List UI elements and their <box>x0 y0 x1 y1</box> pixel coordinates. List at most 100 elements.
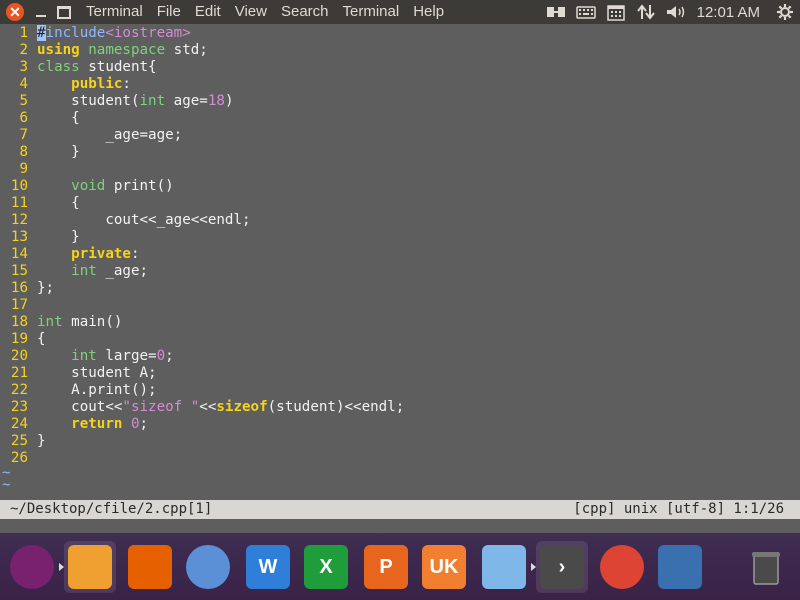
keyboard-icon[interactable] <box>571 0 601 24</box>
status-file-path: ~/Desktop/cfile/2.cpp[1] <box>10 501 213 517</box>
code-token: student( <box>37 93 140 109</box>
code-token: print() <box>105 178 174 194</box>
browser-globe-icon[interactable] <box>182 541 234 593</box>
code-line: 18 int main() <box>0 314 800 331</box>
code-token: public <box>71 76 123 92</box>
dock-item-label: › <box>558 555 566 578</box>
dock-item-label: UK <box>429 555 459 578</box>
code-line: 10 void print() <box>0 178 800 195</box>
line-number: 25 <box>10 433 28 449</box>
code-token: using <box>37 42 80 58</box>
code-line: 25} <box>0 433 800 450</box>
code-line: 19 { <box>0 331 800 348</box>
code-token: cout<<_age<<endl; <box>37 212 251 228</box>
menu-help[interactable]: Help <box>413 3 444 20</box>
code-line: 22 A.print(); <box>0 382 800 399</box>
status-file-info: [cpp] unix [utf-8] 1:1/26 <box>573 501 784 517</box>
code-token: 0 <box>130 416 140 432</box>
line-number: 11 <box>10 195 28 211</box>
minimize-window-button[interactable] <box>32 3 50 21</box>
software-center-icon[interactable]: UK <box>418 541 470 593</box>
code-line: 23 cout<<"sizeof "<<sizeof(student)<<end… <box>0 399 800 416</box>
chrome-icon[interactable] <box>596 541 648 593</box>
menu-file[interactable]: File <box>157 3 181 20</box>
clock[interactable]: 12:01 AM <box>691 4 770 21</box>
code-token: int <box>71 263 97 279</box>
code-token: 0 <box>156 348 166 364</box>
line-number: 17 <box>10 297 28 313</box>
launcher-dock: W X P UK › <box>0 533 800 600</box>
code-token: } <box>37 144 80 160</box>
network-arrows-icon[interactable] <box>631 0 661 24</box>
code-token: main() <box>62 314 123 330</box>
code-line: 14 private: <box>0 246 800 263</box>
code-line: 12 cout<<_age<<endl; <box>0 212 800 229</box>
code-token: cout<< <box>37 399 123 415</box>
wps-writer-icon[interactable]: W <box>242 541 294 593</box>
code-line: 16}; <box>0 280 800 297</box>
maximize-window-button[interactable] <box>55 3 73 21</box>
trash-icon[interactable] <box>740 541 792 593</box>
empty-line-marker: ~ <box>2 477 11 493</box>
menu-view[interactable]: View <box>235 3 267 20</box>
code-line: 5 student(int age=18) <box>0 93 800 110</box>
astronaut-app-icon[interactable] <box>478 541 530 593</box>
empty-line-marker: ~ <box>2 465 11 481</box>
dock-item-label: P <box>379 555 393 578</box>
code-token: <iostream> <box>105 25 191 41</box>
volume-icon[interactable] <box>661 0 691 24</box>
ubuntu-dash-icon[interactable] <box>6 541 58 593</box>
code-token: << <box>199 399 217 415</box>
line-number: 22 <box>10 382 28 398</box>
settings-gear-icon[interactable] <box>770 0 800 24</box>
menu-edit[interactable]: Edit <box>195 3 221 20</box>
code-token: } <box>37 433 46 449</box>
code-token: int <box>139 93 166 109</box>
wps-presentation-icon[interactable]: P <box>360 541 412 593</box>
code-line: 8 } <box>0 144 800 161</box>
code-line: 2 using namespace std; <box>0 42 800 59</box>
code-line: 4 public: <box>0 76 800 93</box>
code-token: student{ <box>79 59 157 75</box>
session-transfer-icon[interactable] <box>541 0 571 24</box>
close-window-button[interactable]: ✕ <box>6 3 24 21</box>
terminal-icon[interactable]: › <box>531 541 588 593</box>
code-token: int <box>71 348 97 364</box>
code-token: int <box>37 314 63 330</box>
code-line: 15 int _age; <box>0 263 800 280</box>
line-number: 1 <box>19 25 28 41</box>
line-number: 20 <box>10 348 28 364</box>
firefox-icon[interactable] <box>124 541 176 593</box>
menu-app-terminal[interactable]: Terminal <box>86 3 143 20</box>
command-line[interactable] <box>0 519 800 533</box>
code-token: _age; <box>96 263 149 279</box>
running-indicator <box>59 563 64 571</box>
code-line: 21 student A; <box>0 365 800 382</box>
code-token: A.print(); <box>37 382 157 398</box>
code-token: age= <box>165 93 208 109</box>
code-token: : <box>130 246 140 262</box>
top-panel: ✕ Terminal File Edit View Search Termina… <box>0 0 800 24</box>
code-token: { <box>37 195 80 211</box>
vim-editor[interactable]: 1 #include<iostream> 2 using namespace std;… <box>0 24 800 501</box>
files-folder-icon[interactable] <box>59 541 116 593</box>
code-token: ; <box>139 416 149 432</box>
workspace-switcher-icon[interactable] <box>654 541 706 593</box>
code-token: ) <box>224 93 234 109</box>
code-token: "sizeof " <box>122 399 200 415</box>
line-number: 24 <box>10 416 28 432</box>
code-line: 3 class student{ <box>0 59 800 76</box>
menu-terminal[interactable]: Terminal <box>343 3 400 20</box>
line-number: 8 <box>19 144 28 160</box>
menu-search[interactable]: Search <box>281 3 329 20</box>
calendar-icon[interactable] <box>601 0 631 24</box>
line-number: 14 <box>10 246 28 262</box>
wps-spreadsheet-icon[interactable]: X <box>300 541 352 593</box>
code-line: 20 int large=0; <box>0 348 800 365</box>
code-line: 17 <box>0 297 800 314</box>
code-token: ; <box>165 348 174 364</box>
